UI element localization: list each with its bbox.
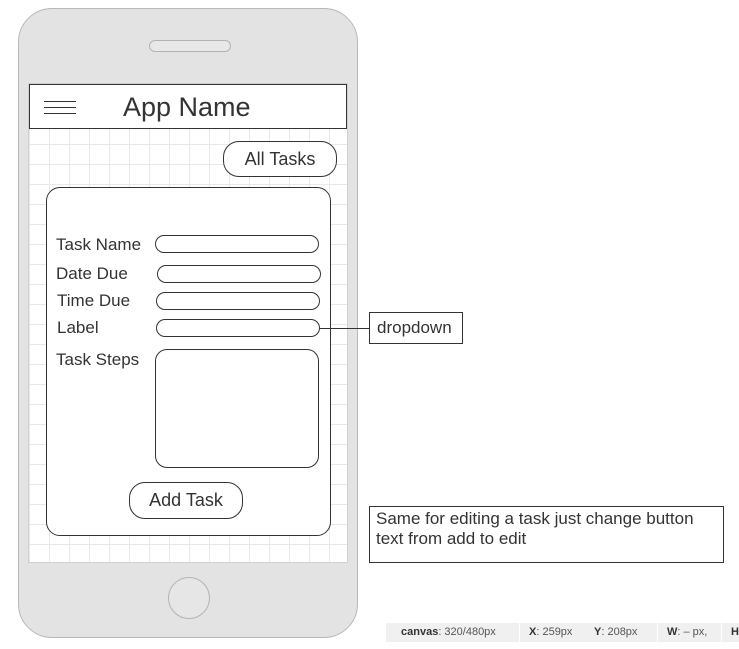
task-steps-label: Task Steps [56,350,140,369]
task-form: Task Name Date Due Time Due Label Task S… [46,187,331,536]
dropdown-annotation: dropdown [369,312,463,344]
label-label: Label [57,318,99,337]
date-due-label: Date Due [56,264,128,283]
status-w: W: – px, [667,626,708,638]
hamburger-menu-icon[interactable] [44,101,76,115]
edit-note-annotation: Same for editing a task just change butt… [369,506,724,563]
all-tasks-button[interactable]: All Tasks [223,141,337,177]
phone-screen: App Name All Tasks Task Name Date Due Ti… [28,83,348,563]
status-canvas: canvas: 320/480px [401,626,496,638]
task-steps-textarea[interactable] [155,349,319,468]
wireframe-canvas: App Name All Tasks Task Name Date Due Ti… [0,0,739,649]
dropdown-connector-line [320,328,370,329]
status-bar: canvas: 320/480px X: 259px Y: 208px W: –… [386,623,739,642]
time-due-label: Time Due [57,291,131,310]
status-y: Y: 208px [594,626,638,638]
task-name-input[interactable] [155,235,319,253]
task-name-label: Task Name [56,235,142,254]
status-x: X: 259px [529,626,573,638]
status-h: H [731,626,739,638]
phone-speaker [149,40,231,52]
add-task-button[interactable]: Add Task [129,482,243,519]
app-title: App Name [123,92,251,122]
date-due-input[interactable] [157,265,321,283]
time-due-input[interactable] [156,292,320,310]
label-dropdown[interactable] [156,319,320,337]
app-header: App Name [29,84,347,129]
phone-home-button[interactable] [168,577,210,619]
